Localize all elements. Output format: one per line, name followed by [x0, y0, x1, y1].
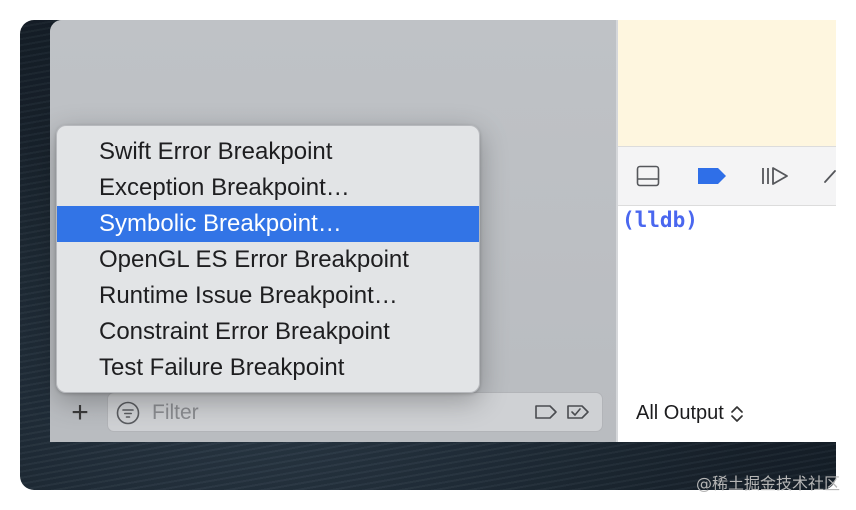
output-selector[interactable]: All Output [636, 402, 744, 425]
menu-item-test-failure-breakpoint[interactable]: Test Failure Breakpoint [57, 350, 479, 386]
add-breakpoint-menu: Swift Error Breakpoint Exception Breakpo… [56, 125, 480, 393]
output-selector-label: All Output [636, 402, 724, 424]
menu-item-opengl-es-error-breakpoint[interactable]: OpenGL ES Error Breakpoint [57, 242, 479, 278]
debug-area: (lldb) All Output [618, 20, 836, 442]
filter-icon [116, 401, 140, 425]
menu-item-swift-error-breakpoint[interactable]: Swift Error Breakpoint [57, 134, 479, 170]
chevron-up-down-icon [730, 405, 743, 422]
enabled-breakpoint-tag-icon[interactable] [566, 404, 590, 420]
console-output[interactable]: (lldb) All Output [618, 206, 836, 442]
menu-item-exception-breakpoint[interactable]: Exception Breakpoint… [57, 170, 479, 206]
lldb-prompt: (lldb) [622, 208, 698, 232]
breakpoints-active-icon[interactable] [696, 165, 728, 187]
menu-item-runtime-issue-breakpoint[interactable]: Runtime Issue Breakpoint… [57, 278, 479, 314]
debug-toolbar [618, 146, 836, 206]
menu-item-constraint-error-breakpoint[interactable]: Constraint Error Breakpoint [57, 314, 479, 350]
watermark: @稀土掘金技术社区 [695, 474, 840, 493]
filter-input[interactable] [150, 397, 514, 429]
breakpoint-tag-icon[interactable] [534, 404, 558, 420]
filter-field[interactable] [107, 392, 603, 432]
continue-icon[interactable] [760, 165, 790, 187]
hide-debug-area-icon[interactable] [636, 165, 660, 187]
add-breakpoint-button[interactable]: + [68, 398, 92, 428]
menu-item-symbolic-breakpoint[interactable]: Symbolic Breakpoint… [57, 206, 479, 242]
step-over-icon[interactable] [823, 165, 836, 187]
source-editor [618, 20, 836, 146]
